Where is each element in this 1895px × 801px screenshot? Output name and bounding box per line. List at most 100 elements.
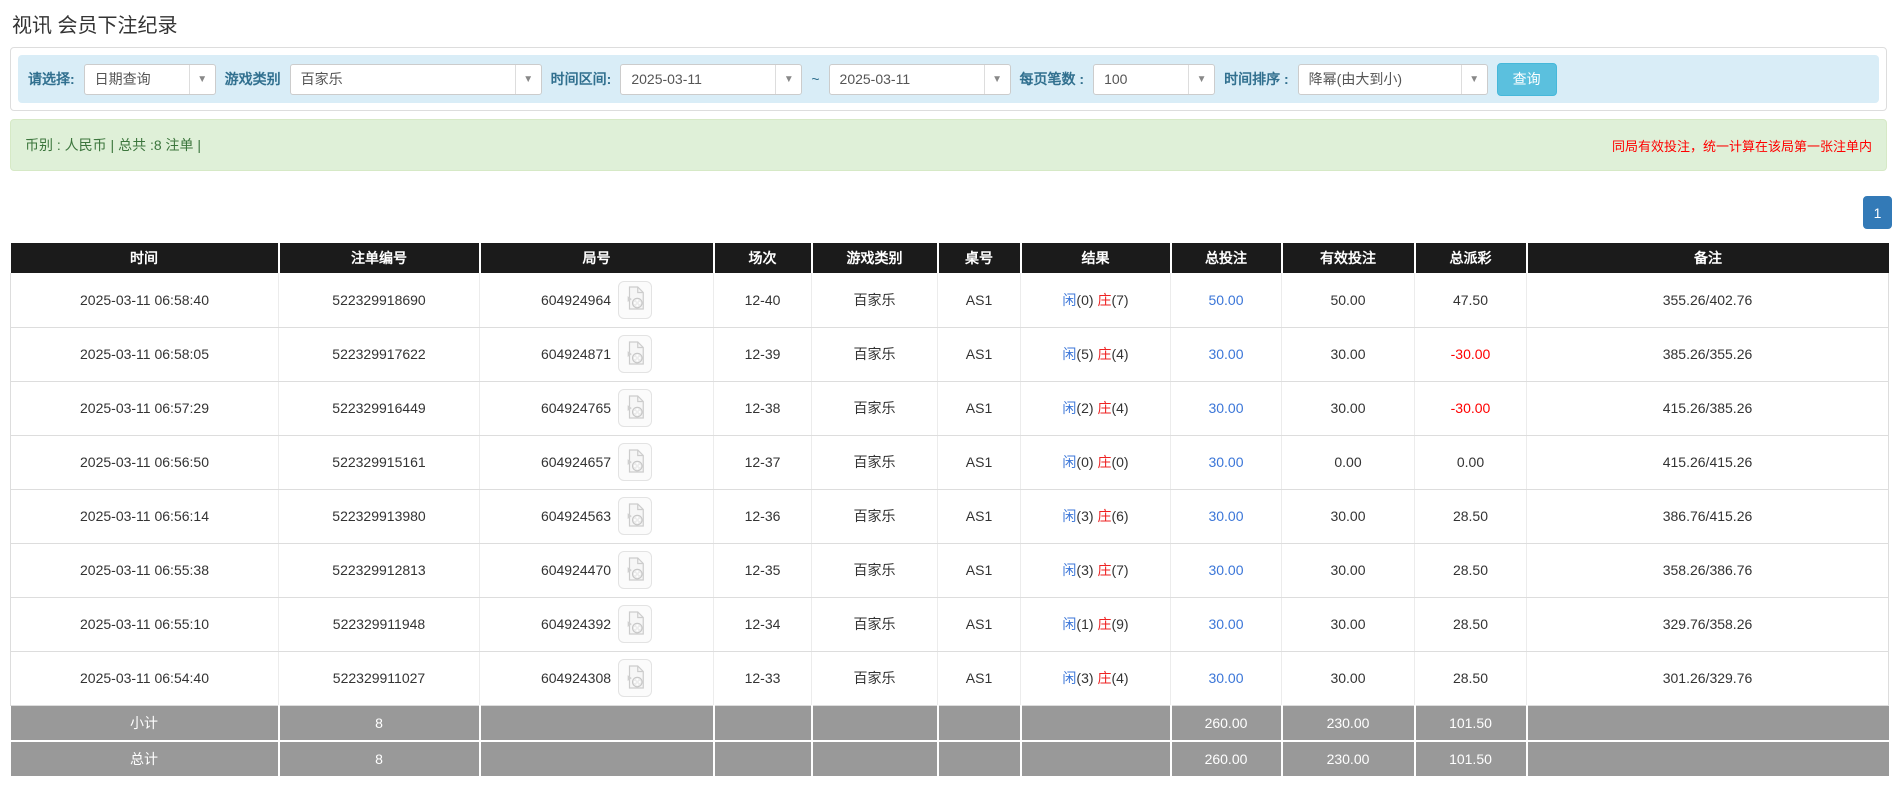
video-replay-button[interactable] [618,443,653,481]
round-id-value: 604924563 [540,508,612,524]
result-banker-score: (6) [1111,508,1129,524]
cell-table-no: AS1 [937,435,1021,490]
result-banker-label: 庄 [1097,291,1112,308]
cell-table-no: AS1 [937,651,1021,706]
cell-bet-id: 522329912813 [278,543,480,598]
cell-valid-bet: 30.00 [1281,651,1415,706]
cell-time: 2025-03-11 06:55:38 [10,543,279,598]
cell-total-bet-link[interactable]: 30.00 [1170,381,1282,436]
result-player-score: (3) [1076,670,1094,686]
subtotal-valid-bet: 230.00 [1281,705,1416,742]
cell-remark: 358.26/386.76 [1526,543,1889,598]
result-banker-score: (7) [1111,562,1129,578]
cell-game-type: 百家乐 [811,327,938,382]
video-replay-button[interactable] [618,280,653,319]
table-row: 2025-03-11 06:56:50 522329915161 6049246… [10,435,1889,490]
date-to-value: 2025-03-11 [839,71,911,87]
date-from-select[interactable]: 2025-03-11 ▼ [620,63,803,95]
page-1-button[interactable]: 1 [1863,196,1892,229]
cell-game-type: 百家乐 [811,273,938,328]
cell-total-bet-link[interactable]: 30.00 [1170,327,1282,382]
sort-select[interactable]: 降幂(由大到小) ▼ [1297,63,1488,95]
cell-total-bet-link[interactable]: 30.00 [1170,651,1282,706]
video-replay-button[interactable] [618,551,653,589]
result-banker-score: (7) [1111,291,1129,308]
cell-time: 2025-03-11 06:55:10 [10,597,279,652]
round-id-value: 604924871 [540,346,612,362]
cell-bet-id: 522329915161 [278,435,480,490]
col-header-remark: 备注 [1526,243,1889,273]
col-header-bet-id: 注单编号 [278,243,481,273]
result-banker-score: (4) [1111,400,1129,416]
game-type-select[interactable]: 百家乐 ▼ [289,63,542,95]
search-button[interactable]: 查询 [1496,62,1557,96]
result-player-label: 闲 [1062,291,1077,308]
col-header-table-no: 桌号 [937,243,1022,273]
cell-game-type: 百家乐 [811,381,938,436]
cell-valid-bet: 30.00 [1281,327,1415,382]
grand-total-row: 总计 8 260.00 230.00 101.50 [10,741,1889,778]
video-replay-button[interactable] [618,335,653,373]
cell-result: 闲(1) 庄(9) [1020,597,1171,652]
cell-bet-id: 522329913980 [278,489,480,544]
cell-table-no: AS1 [937,597,1021,652]
cell-round-id: 604924563 [479,489,714,544]
cell-time: 2025-03-11 06:56:50 [10,435,279,490]
date-to-select[interactable]: 2025-03-11 ▼ [828,63,1011,95]
cell-time: 2025-03-11 06:57:29 [10,381,279,436]
cell-total-bet-link[interactable]: 50.00 [1170,273,1282,328]
cell-time: 2025-03-11 06:56:14 [10,489,279,544]
cell-total-bet-link[interactable]: 30.00 [1170,543,1282,598]
result-player-score: (3) [1076,508,1094,524]
cell-total-bet-link[interactable]: 30.00 [1170,435,1282,490]
result-banker-label: 庄 [1097,454,1112,470]
cell-total-bet-link[interactable]: 30.00 [1170,489,1282,544]
result-banker-label: 庄 [1097,616,1112,632]
cell-remark: 329.76/358.26 [1526,597,1889,652]
video-file-icon [624,340,646,369]
cell-session: 12-36 [713,489,812,544]
query-type-select[interactable]: 日期查询 ▼ [83,63,216,95]
chevron-down-icon: ▼ [775,64,801,94]
cell-payout: -30.00 [1414,327,1527,382]
result-banker-label: 庄 [1097,346,1112,362]
cell-valid-bet: 0.00 [1281,435,1415,490]
result-banker-score: (0) [1111,454,1129,470]
page-size-select[interactable]: 100 ▼ [1093,63,1216,95]
result-banker-label: 庄 [1097,508,1112,524]
cell-session: 12-38 [713,381,812,436]
cell-payout: 0.00 [1414,435,1527,490]
video-replay-button[interactable] [618,389,653,427]
cell-valid-bet: 30.00 [1281,543,1415,598]
video-file-icon [624,502,646,531]
cell-payout: 28.50 [1414,543,1527,598]
cell-round-id: 604924765 [479,381,714,436]
video-file-icon [624,610,646,639]
result-banker-label: 庄 [1097,670,1112,686]
result-banker-score: (4) [1111,670,1129,686]
video-replay-button[interactable] [618,659,653,697]
table-footer: 小计 8 260.00 230.00 101.50 总计 8 260.00 23… [10,705,1889,778]
sort-label: 时间排序 : [1224,71,1289,87]
cell-remark: 415.26/385.26 [1526,381,1889,436]
game-type-value: 百家乐 [300,71,343,87]
result-player-score: (5) [1076,346,1094,362]
cell-total-bet-link[interactable]: 30.00 [1170,597,1282,652]
total-count: 8 [278,741,481,778]
col-header-round-id: 局号 [479,243,715,273]
cell-round-id: 604924657 [479,435,714,490]
cell-game-type: 百家乐 [811,651,938,706]
cell-session: 12-37 [713,435,812,490]
cell-bet-id: 522329916449 [278,381,480,436]
summary-bar: 币别 : 人民币 | 总共 :8 注单 | 同局有效投注，统一计算在该局第一张注… [10,119,1887,171]
sort-value: 降幂(由大到小) [1308,71,1402,87]
video-replay-button[interactable] [618,497,653,535]
cell-remark: 386.76/415.26 [1526,489,1889,544]
page-size-value: 100 [1104,71,1128,87]
result-player-label: 闲 [1062,454,1077,470]
cell-time: 2025-03-11 06:58:05 [10,327,279,382]
video-replay-button[interactable] [618,605,653,643]
cell-result: 闲(3) 庄(6) [1020,489,1171,544]
cell-round-id: 604924871 [479,327,714,382]
cell-session: 12-39 [713,327,812,382]
